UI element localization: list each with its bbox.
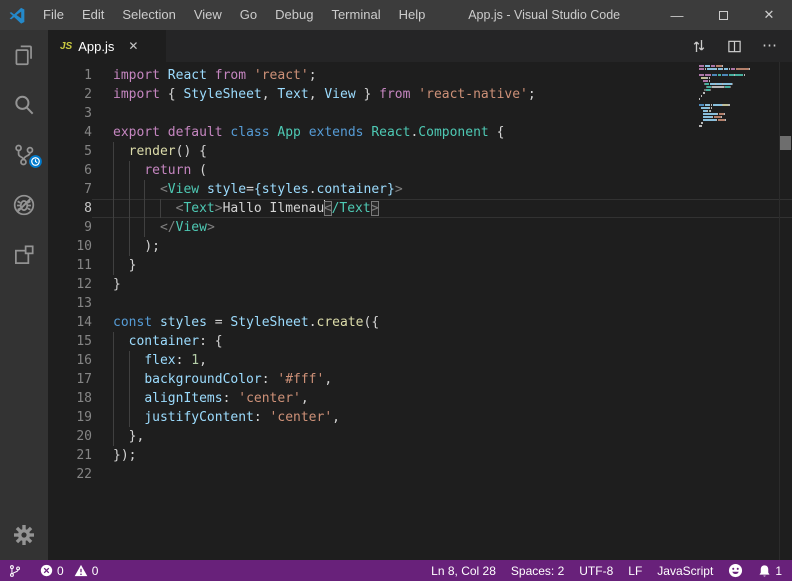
line-number: 19 — [48, 408, 92, 427]
code-line[interactable]: 2import { StyleSheet, Text, View } from … — [48, 85, 792, 104]
line-number: 16 — [48, 351, 92, 370]
line-number: 17 — [48, 370, 92, 389]
line-number: 14 — [48, 313, 92, 332]
warning-count: 0 — [92, 564, 99, 578]
line-number: 18 — [48, 389, 92, 408]
bell-icon — [758, 564, 771, 578]
line-number: 6 — [48, 161, 92, 180]
error-count: 0 — [57, 564, 64, 578]
line-number: 3 — [48, 104, 92, 123]
line-number: 20 — [48, 427, 92, 446]
code-line[interactable]: 20 }, — [48, 427, 792, 446]
menu-file[interactable]: File — [34, 0, 73, 30]
line-number: 9 — [48, 218, 92, 237]
code-line[interactable]: 15 container: { — [48, 332, 792, 351]
code-line[interactable]: 8 <Text>Hallo Ilmenau</Text> — [48, 199, 792, 218]
code-lines[interactable]: 1import React from 'react';2import { Sty… — [48, 66, 792, 484]
line-number: 8 — [48, 199, 92, 218]
line-number: 11 — [48, 256, 92, 275]
line-number: 4 — [48, 123, 92, 142]
status-bar: 0 0 Ln 8, Col 28 Spaces: 2 UTF-8 LF Java… — [0, 560, 792, 581]
menu-terminal[interactable]: Terminal — [322, 0, 389, 30]
overview-ruler-marker — [780, 136, 791, 150]
tab-label: App.js — [78, 39, 114, 54]
indentation-setting[interactable]: Spaces: 2 — [511, 564, 564, 578]
menu-go[interactable]: Go — [231, 0, 266, 30]
code-line[interactable]: 21}); — [48, 446, 792, 465]
sync-changes-icon[interactable] — [691, 38, 707, 54]
code-line[interactable]: 14const styles = StyleSheet.create({ — [48, 313, 792, 332]
source-control-sync-badge — [28, 154, 43, 174]
code-line[interactable]: 10 ); — [48, 237, 792, 256]
search-icon[interactable] — [0, 80, 48, 130]
line-number: 7 — [48, 180, 92, 199]
settings-gear-icon[interactable] — [0, 510, 48, 560]
line-number: 2 — [48, 85, 92, 104]
language-mode[interactable]: JavaScript — [657, 564, 713, 578]
git-branch-icon[interactable] — [8, 564, 22, 578]
code-line[interactable]: 9 </View> — [48, 218, 792, 237]
error-icon — [40, 564, 53, 577]
vscode-logo-icon — [0, 0, 34, 30]
code-line[interactable]: 7 <View style={styles.container}> — [48, 180, 792, 199]
tab-bar: JS App.js ✕ ⋯ — [48, 30, 792, 62]
extensions-icon[interactable] — [0, 230, 48, 280]
cursor-position[interactable]: Ln 8, Col 28 — [431, 564, 496, 578]
notifications-bell[interactable]: 1 — [758, 564, 782, 578]
encoding-setting[interactable]: UTF-8 — [579, 564, 613, 578]
menu-selection[interactable]: Selection — [113, 0, 184, 30]
code-line[interactable]: 16 flex: 1, — [48, 351, 792, 370]
code-line[interactable]: 19 justifyContent: 'center', — [48, 408, 792, 427]
menu-view[interactable]: View — [185, 0, 231, 30]
line-number: 21 — [48, 446, 92, 465]
code-line[interactable]: 11 } — [48, 256, 792, 275]
split-editor-icon[interactable] — [727, 39, 742, 54]
code-line[interactable]: 4export default class App extends React.… — [48, 123, 792, 142]
activity-bar — [0, 30, 48, 560]
menu-edit[interactable]: Edit — [73, 0, 113, 30]
line-number: 15 — [48, 332, 92, 351]
tab-appjs[interactable]: JS App.js ✕ — [48, 30, 166, 62]
code-line[interactable]: 22 — [48, 465, 792, 484]
close-button[interactable]: ✕ — [746, 0, 792, 30]
minimap[interactable] — [699, 65, 777, 131]
editor-actions: ⋯ — [691, 30, 792, 62]
feedback-smiley-icon[interactable] — [728, 563, 743, 578]
line-number: 13 — [48, 294, 92, 313]
explorer-icon[interactable] — [0, 30, 48, 80]
maximize-icon — [719, 11, 728, 20]
line-number: 22 — [48, 465, 92, 484]
warning-icon — [74, 564, 88, 577]
code-line[interactable]: 18 alignItems: 'center', — [48, 389, 792, 408]
notification-count: 1 — [775, 564, 782, 578]
window-title: App.js - Visual Studio Code — [434, 8, 654, 22]
code-line[interactable]: 3 — [48, 104, 792, 123]
minimize-button[interactable]: — — [654, 0, 700, 30]
maximize-button[interactable] — [700, 0, 746, 30]
eol-setting[interactable]: LF — [628, 564, 642, 578]
line-number: 5 — [48, 142, 92, 161]
problems-indicator[interactable]: 0 0 — [40, 564, 98, 578]
vscode-window: File Edit Selection View Go Debug Termin… — [0, 0, 792, 581]
code-line[interactable]: 13 — [48, 294, 792, 313]
code-line[interactable]: 1import React from 'react'; — [48, 66, 792, 85]
line-number: 10 — [48, 237, 92, 256]
line-number: 1 — [48, 66, 92, 85]
code-line[interactable]: 5 render() { — [48, 142, 792, 161]
window-controls: — ✕ — [654, 0, 792, 30]
title-bar: File Edit Selection View Go Debug Termin… — [0, 0, 792, 30]
javascript-file-icon: JS — [60, 41, 72, 52]
code-line[interactable]: 6 return ( — [48, 161, 792, 180]
menu-help[interactable]: Help — [390, 0, 435, 30]
more-actions-icon[interactable]: ⋯ — [762, 41, 778, 51]
close-tab-icon[interactable]: ✕ — [128, 39, 138, 53]
menu-bar: File Edit Selection View Go Debug Termin… — [34, 0, 434, 30]
code-line[interactable]: 17 backgroundColor: '#fff', — [48, 370, 792, 389]
code-line[interactable]: 12} — [48, 275, 792, 294]
debug-icon[interactable] — [0, 180, 48, 230]
source-control-icon[interactable] — [0, 130, 48, 180]
editor[interactable]: 1import React from 'react';2import { Sty… — [48, 62, 792, 560]
line-number: 12 — [48, 275, 92, 294]
menu-debug[interactable]: Debug — [266, 0, 322, 30]
